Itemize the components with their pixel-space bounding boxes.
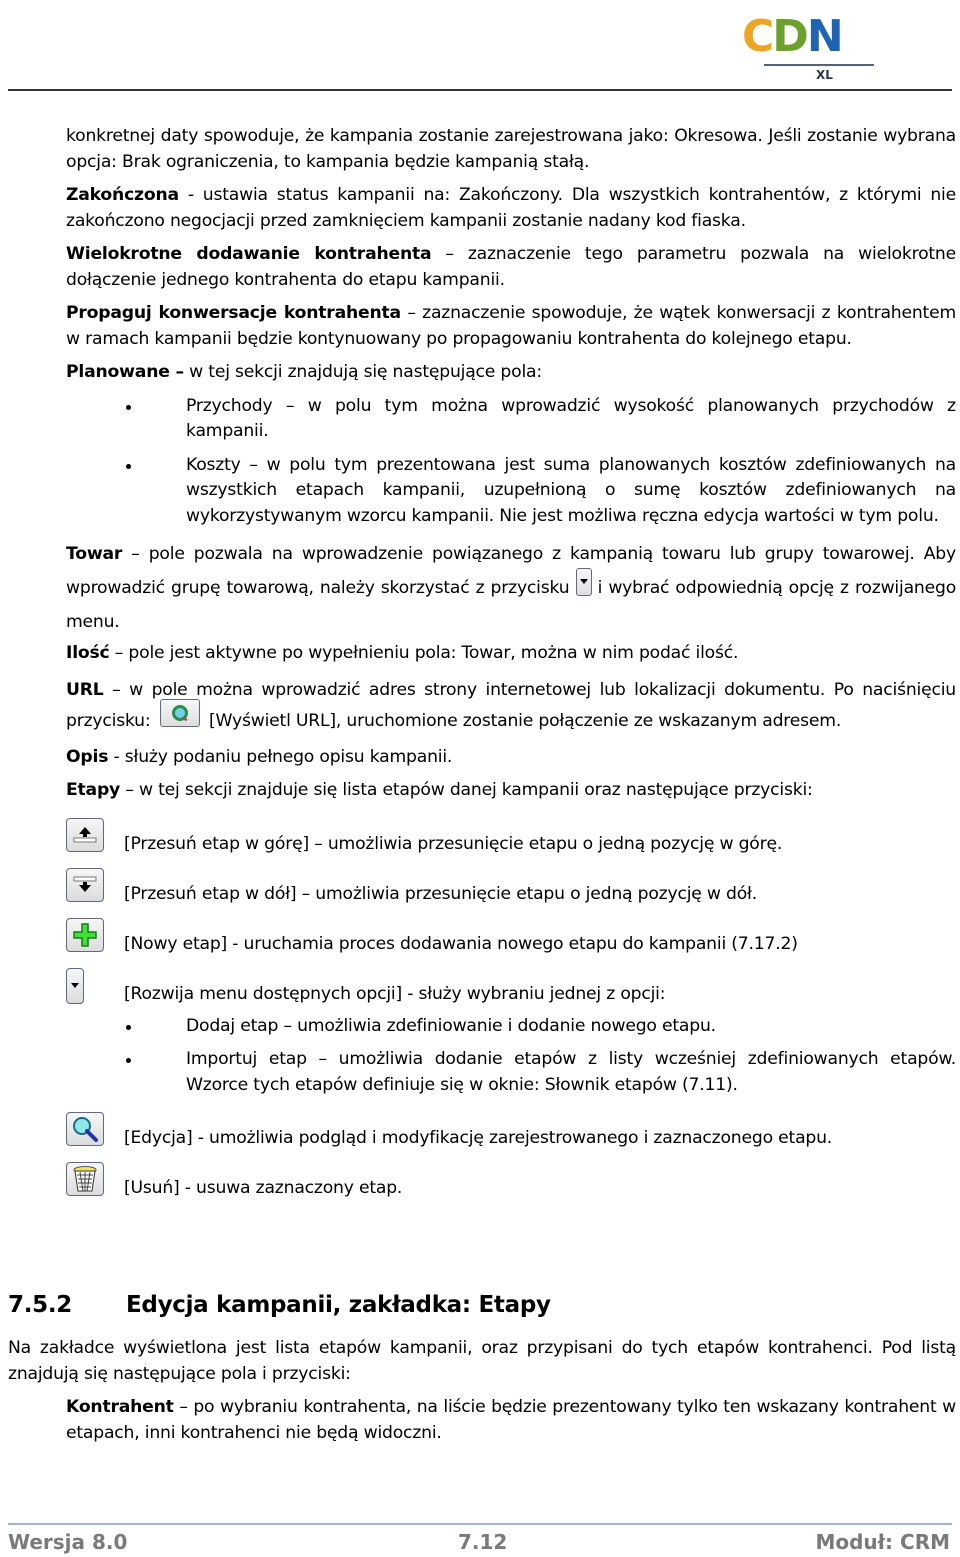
term: Towar bbox=[66, 544, 123, 564]
options-list: Dodaj etap – umożliwia zdefiniowanie i d… bbox=[66, 1014, 956, 1099]
logo-letter-n: N bbox=[806, 11, 844, 62]
field-propaguj: Propaguj konwersacje kontrahenta – zazna… bbox=[66, 301, 956, 352]
section-body: Na zakładce wyświetlona jest lista etapó… bbox=[8, 1336, 956, 1454]
field-planowane: Planowane – w tej sekcji znajdują się na… bbox=[66, 360, 956, 386]
new-stage-button[interactable] bbox=[66, 917, 104, 952]
move-up-icon bbox=[73, 826, 97, 842]
definition: – po wybraniu kontrahenta, na liście będ… bbox=[66, 1397, 956, 1443]
planowane-list: Przychody – w polu tym można wprowadzić … bbox=[66, 394, 956, 530]
section-heading: 7.5.2 Edycja kampanii, zakładka: Etapy bbox=[8, 1292, 551, 1318]
logo-letter-d: D bbox=[772, 11, 809, 62]
globe-icon bbox=[171, 704, 188, 721]
edit-button[interactable] bbox=[66, 1112, 104, 1146]
button-desc-options-menu: [Rozwija menu dostępnych opcji] - służy … bbox=[66, 967, 956, 1008]
body-content: konkretnej daty spowoduje, że kampania z… bbox=[66, 124, 956, 1212]
footer-page-number: 7.12 bbox=[458, 1530, 508, 1554]
dropdown-button[interactable] bbox=[575, 568, 592, 596]
field-url: URL – w pole można wprowadzić adres stro… bbox=[66, 675, 956, 737]
definition-cont: [Wyświetl URL], uruchomione zostanie poł… bbox=[203, 710, 842, 731]
logo-letter-c: C bbox=[742, 11, 774, 62]
definition: – pole jest aktywne po wypełnieniu pola:… bbox=[109, 643, 739, 663]
document-page: CDN XL konkretnej daty spowoduje, że kam… bbox=[0, 0, 960, 1557]
list-item: Przychody – w polu tym można wprowadzić … bbox=[66, 394, 956, 445]
term: Zakończona bbox=[66, 185, 179, 205]
move-down-icon bbox=[73, 876, 97, 892]
button-description: [Usuń] - usuwa zaznaczony etap. bbox=[124, 1178, 403, 1198]
term: Wielokrotne dodawanie kontrahenta bbox=[66, 244, 432, 264]
button-desc-new-stage: [Nowy etap] - uruchamia proces dodawania… bbox=[66, 917, 956, 958]
logo-subtitle: XL bbox=[816, 68, 833, 82]
footer-divider bbox=[8, 1523, 952, 1525]
field-ilosc: Ilość – pole jest aktywne po wypełnieniu… bbox=[66, 641, 956, 667]
cdn-xl-logo: CDN XL bbox=[740, 10, 874, 82]
definition: - służy podaniu pełnego opisu kampanii. bbox=[108, 746, 453, 767]
field-etapy: Etapy – w tej sekcji znajduje się lista … bbox=[66, 778, 956, 804]
field-zakonczona: Zakończona - ustawia status kampanii na:… bbox=[66, 183, 956, 234]
section-intro: Na zakładce wyświetlona jest lista etapó… bbox=[8, 1338, 956, 1384]
list-item: Koszty – w polu tym prezentowana jest su… bbox=[66, 453, 956, 530]
button-desc-move-down: [Przesuń etap w dół] – umożliwia przesun… bbox=[66, 867, 956, 908]
chevron-down-icon bbox=[71, 982, 79, 988]
term: Ilość bbox=[66, 643, 110, 663]
button-desc-delete: [Usuń] - usuwa zaznaczony etap. bbox=[66, 1162, 956, 1202]
chevron-down-icon bbox=[579, 579, 588, 584]
definition: - ustawia status kampanii na: Zakończony… bbox=[66, 185, 956, 231]
section-title: Edycja kampanii, zakładka: Etapy bbox=[126, 1292, 551, 1318]
move-down-button[interactable] bbox=[66, 867, 104, 902]
button-description: [Przesuń etap w dół] – umożliwia przesun… bbox=[124, 883, 758, 904]
button-description: [Rozwija menu dostępnych opcji] - służy … bbox=[124, 983, 666, 1004]
intro-paragraph: konkretnej daty spowoduje, że kampania z… bbox=[66, 126, 956, 172]
delete-button[interactable] bbox=[66, 1162, 104, 1196]
definition: – w tej sekcji znajduje się lista etapów… bbox=[120, 780, 813, 800]
show-url-button[interactable] bbox=[159, 698, 200, 727]
trash-icon bbox=[73, 1166, 97, 1192]
term: Opis bbox=[66, 746, 109, 767]
term: Propaguj konwersacje kontrahenta bbox=[66, 303, 401, 323]
field-kontrahent: Kontrahent – po wybraniu kontrahenta, na… bbox=[8, 1395, 956, 1446]
field-towar: Towar – pole pozwala na wprowadzenie pow… bbox=[66, 537, 956, 639]
term: Kontrahent bbox=[66, 1397, 174, 1417]
list-item: Dodaj etap – umożliwia zdefiniowanie i d… bbox=[66, 1014, 956, 1040]
logo-wordmark: CDN bbox=[742, 11, 844, 62]
term: Etapy bbox=[66, 780, 121, 800]
move-up-button[interactable] bbox=[66, 817, 104, 852]
button-desc-move-up: [Przesuń etap w górę] – umożliwia przesu… bbox=[66, 817, 956, 858]
logo-underline bbox=[764, 64, 874, 66]
edit-magnifier-icon bbox=[73, 1117, 98, 1142]
button-description: [Przesuń etap w górę] – umożliwia przesu… bbox=[124, 833, 783, 854]
button-desc-edit: [Edycja] - umożliwia podgląd i modyfikac… bbox=[66, 1112, 956, 1152]
footer-version: Wersja 8.0 bbox=[8, 1530, 128, 1554]
term: Planowane – bbox=[66, 362, 184, 382]
header-divider bbox=[8, 89, 952, 91]
section-number: 7.5.2 bbox=[8, 1292, 72, 1318]
term: URL bbox=[66, 679, 104, 700]
add-icon bbox=[73, 922, 97, 947]
definition: w tej sekcji znajdują się następujące po… bbox=[183, 362, 542, 382]
list-item: Importuj etap – umożliwia dodanie etapów… bbox=[66, 1047, 956, 1098]
field-opis: Opis - służy podaniu pełnego opisu kampa… bbox=[66, 745, 956, 771]
options-menu-button[interactable] bbox=[66, 967, 84, 1004]
field-wielokrotne: Wielokrotne dodawanie kontrahenta – zazn… bbox=[66, 242, 956, 293]
footer-module: Moduł: CRM bbox=[815, 1530, 950, 1554]
button-description: [Nowy etap] - uruchamia proces dodawania… bbox=[124, 933, 798, 954]
button-description: [Edycja] - umożliwia podgląd i modyfikac… bbox=[124, 1128, 833, 1148]
